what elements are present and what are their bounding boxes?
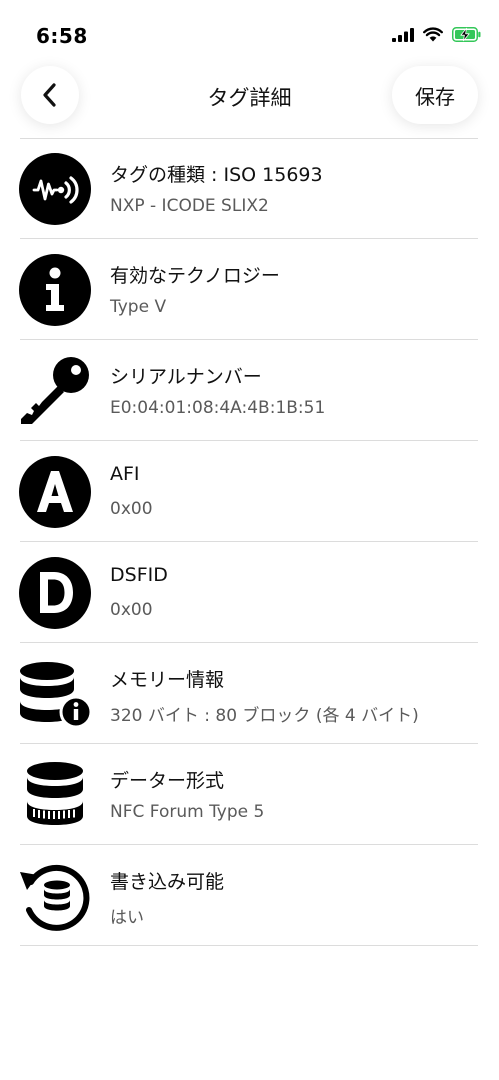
row-title: シリアルナンバー [110,366,262,388]
row-value: はい [110,908,144,928]
battery-charging-icon [452,27,481,42]
database-rewrite-icon [19,860,91,932]
list-item-technology: 有効なテクノロジー Type V [0,239,499,340]
status-icons [392,27,481,42]
row-value: E0:04:01:08:4A:4B:1B:51 [110,398,326,418]
key-icon [19,355,91,427]
row-value: NFC Forum Type 5 [110,802,265,822]
row-title: AFI [110,463,140,485]
row-title: メモリー情報 [110,669,225,691]
row-title: 有効なテクノロジー [110,265,280,287]
row-value: NXP - ICODE SLIX2 [110,196,269,216]
row-title: データー形式 [110,770,225,792]
database-info-icon [19,658,91,730]
list-item-afi: AFI 0x00 [0,441,499,542]
list-item-memory: メモリー情報 320 バイト : 80 ブロック (各 4 バイト) [0,643,499,744]
list-item-data-format: データー形式 NFC Forum Type 5 [0,744,499,845]
list-item-serial-number: シリアルナンバー E0:04:01:08:4A:4B:1B:51 [0,340,499,441]
letter-d-icon [19,557,91,629]
nfc-wave-icon [19,153,91,225]
navigation-bar: タグ詳細 保存 [0,66,499,128]
row-value: 320 バイト : 80 ブロック (各 4 バイト) [110,706,419,726]
letter-a-icon [19,456,91,528]
save-button[interactable]: 保存 [392,66,478,124]
row-title: 書き込み可能 [110,871,225,893]
row-title: タグの種類 : ISO 15693 [110,164,323,186]
row-value: 0x00 [110,499,153,519]
status-bar: 6:58 [0,0,499,60]
row-value: 0x00 [110,600,153,620]
wifi-icon [423,27,443,42]
row-title: DSFID [110,564,168,586]
list-item-writable: 書き込み可能 はい [0,845,499,946]
list-item-dsfid: DSFID 0x00 [0,542,499,643]
cellular-signal-icon [392,27,414,42]
info-icon [19,254,91,326]
database-icon [19,759,91,831]
row-value: Type V [110,297,167,317]
status-time: 6:58 [36,24,88,48]
tag-detail-list: タグの種類 : ISO 15693 NXP - ICODE SLIX2 有効なテ… [0,138,499,946]
list-item-tag-type: タグの種類 : ISO 15693 NXP - ICODE SLIX2 [0,138,499,239]
